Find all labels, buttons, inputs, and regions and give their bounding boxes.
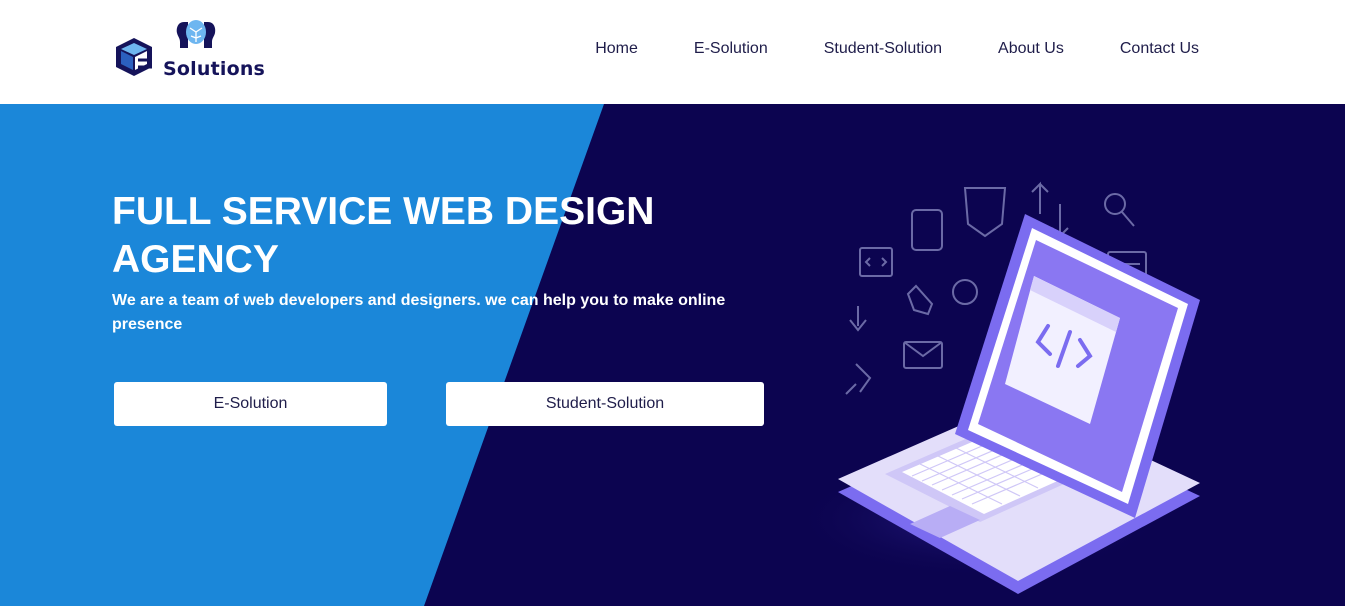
student-solution-button[interactable]: Student-Solution	[446, 382, 764, 426]
hero-headline: FULL SERVICE WEB DESIGN AGENCY	[112, 190, 655, 281]
brand-name: Solutions	[163, 58, 266, 80]
nav-item-about-us[interactable]: About Us	[998, 40, 1064, 58]
hero-subheadline: We are a team of web developers and desi…	[112, 292, 726, 333]
nav-item-student-solution[interactable]: Student-Solution	[824, 40, 942, 58]
e-solution-button[interactable]: E-Solution	[114, 382, 387, 426]
main-nav: Home E-Solution Student-Solution About U…	[595, 40, 1199, 58]
nav-item-home[interactable]: Home	[595, 40, 638, 58]
site-header: Solutions Home E-Solution Student-Soluti…	[0, 0, 1345, 104]
nav-item-contact-us[interactable]: Contact Us	[1120, 40, 1199, 58]
laptop-code-illustration	[790, 181, 1200, 594]
hero-section: FULL SERVICE WEB DESIGN AGENCY We are a …	[0, 104, 1345, 606]
brand-logo[interactable]: Solutions	[114, 16, 274, 90]
nav-item-e-solution[interactable]: E-Solution	[694, 40, 768, 58]
